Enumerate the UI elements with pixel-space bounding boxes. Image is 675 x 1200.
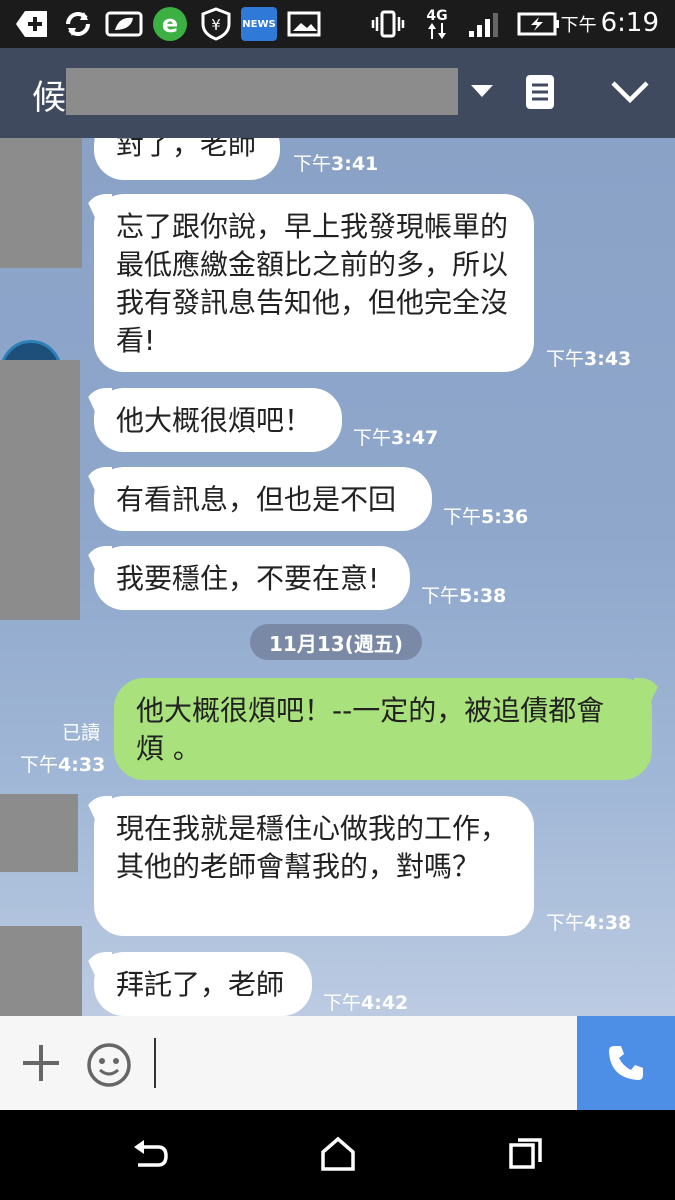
battery-charging-icon <box>516 7 562 41</box>
news-icon: NEWS <box>240 7 278 41</box>
time-value: 3:47 <box>391 427 439 449</box>
add-icon <box>14 7 50 41</box>
message-time: 下午5:38 <box>421 581 506 608</box>
input-bar <box>0 1016 675 1110</box>
svg-text:e: e <box>162 10 178 38</box>
status-time-prefix: 下午 <box>560 15 597 36</box>
message-time: 下午3:43 <box>546 344 631 371</box>
message-time: 下午4:33 <box>20 750 105 777</box>
time-value: 5:38 <box>459 585 507 607</box>
text-cursor <box>154 1038 156 1088</box>
redacted-avatar <box>0 926 82 1016</box>
message-bubble[interactable]: 現在我就是穩住心做我的工作，其他的老師會幫我的，對嗎？ <box>94 796 534 936</box>
time-value: 4:33 <box>58 754 106 776</box>
message-bubble[interactable]: 拜託了，老師 <box>94 952 312 1016</box>
message-text: 有看訊息，但也是不回 <box>116 483 397 516</box>
message-text: 現在我就是穩住心做我的工作，其他的老師會幫我的，對嗎？ <box>116 812 509 883</box>
browser-e-icon: e <box>150 7 190 41</box>
signal-icon <box>466 7 506 41</box>
time-value: 4:38 <box>584 912 632 934</box>
phone-call-icon <box>609 1046 643 1080</box>
message-time: 下午4:42 <box>323 988 408 1015</box>
time-prefix: 下午 <box>546 912 585 934</box>
plus-icon[interactable] <box>20 1042 62 1084</box>
redacted-avatar <box>0 360 80 620</box>
redacted-avatar <box>0 794 78 872</box>
read-receipt: 已讀 <box>62 722 101 744</box>
message-text: 忘了跟你說，早上我發現帳單的最低應繳金額比之前的多，所以我有發訊息告知他，但他完… <box>116 210 509 357</box>
chat-title[interactable]: 候 <box>32 70 66 119</box>
nav-bar <box>0 1110 675 1200</box>
time-prefix: 下午 <box>293 153 332 175</box>
message-time: 下午5:36 <box>443 502 528 529</box>
time-prefix: 下午 <box>353 427 392 449</box>
call-button[interactable] <box>577 1016 675 1110</box>
image-icon <box>286 7 322 41</box>
emoji-icon[interactable] <box>86 1042 132 1088</box>
message-text: 他大概很煩吧！--一定的，被追債都會煩 。 <box>136 694 605 765</box>
news-label: NEWS <box>241 7 277 41</box>
time-value: 3:43 <box>584 348 632 370</box>
time-prefix: 下午 <box>20 754 59 776</box>
message-bubble-outgoing[interactable]: 他大概很煩吧！--一定的，被追債都會煩 。 <box>114 678 652 780</box>
notes-icon[interactable] <box>518 70 562 114</box>
network-4g-icon: 4G <box>420 7 454 41</box>
leaf-icon <box>104 7 144 41</box>
network-label: 4G <box>426 8 448 24</box>
message-bubble[interactable]: 我要穩住，不要在意! <box>94 546 410 610</box>
date-divider: 11月13(週五) <box>250 624 422 660</box>
time-value: 5:36 <box>481 506 529 528</box>
message-bubble[interactable]: 他大概很煩吧！ <box>94 388 342 452</box>
status-time: 下午 6:19 <box>561 8 659 38</box>
recents-icon[interactable] <box>506 1134 546 1174</box>
message-text: 對了，老師 <box>116 138 257 161</box>
message-text: 拜託了，老師 <box>116 968 285 1001</box>
svg-text:¥: ¥ <box>211 16 221 34</box>
time-prefix: 下午 <box>546 348 585 370</box>
message-input[interactable] <box>160 1026 564 1102</box>
time-value: 4:42 <box>361 992 409 1014</box>
vibrate-icon <box>370 7 406 41</box>
message-bubble[interactable]: 對了，老師 <box>94 138 280 180</box>
time-prefix: 下午 <box>323 992 362 1014</box>
message-bubble[interactable]: 忘了跟你說，早上我發現帳單的最低應繳金額比之前的多，所以我有發訊息告知他，但他完… <box>94 194 534 372</box>
redacted-title <box>66 68 458 115</box>
message-time: 下午3:41 <box>293 149 378 176</box>
status-bar: e ¥ NEWS 4G 下午 6:19 <box>0 0 675 48</box>
time-prefix: 下午 <box>421 585 460 607</box>
time-prefix: 下午 <box>443 506 482 528</box>
message-bubble[interactable]: 有看訊息，但也是不回 <box>94 467 432 531</box>
message-time: 下午4:38 <box>546 908 631 935</box>
home-icon[interactable] <box>318 1134 358 1174</box>
dropdown-arrow-icon[interactable] <box>460 70 504 114</box>
back-icon[interactable] <box>130 1134 170 1174</box>
sync-icon <box>60 7 96 41</box>
status-time-value: 6:19 <box>600 8 659 38</box>
message-text: 我要穩住，不要在意! <box>116 562 380 595</box>
message-text: 他大概很煩吧！ <box>116 404 313 437</box>
chat-header: 候 <box>0 48 675 138</box>
shield-yen-icon: ¥ <box>198 7 234 41</box>
redacted-avatar <box>0 138 82 268</box>
time-value: 3:41 <box>331 153 379 175</box>
chat-area[interactable]: 對了，老師 下午3:41 忘了跟你說，早上我發現帳單的最低應繳金額比之前的多，所… <box>0 138 675 1016</box>
message-time: 下午3:47 <box>353 423 438 450</box>
chevron-down-icon[interactable] <box>608 70 652 114</box>
